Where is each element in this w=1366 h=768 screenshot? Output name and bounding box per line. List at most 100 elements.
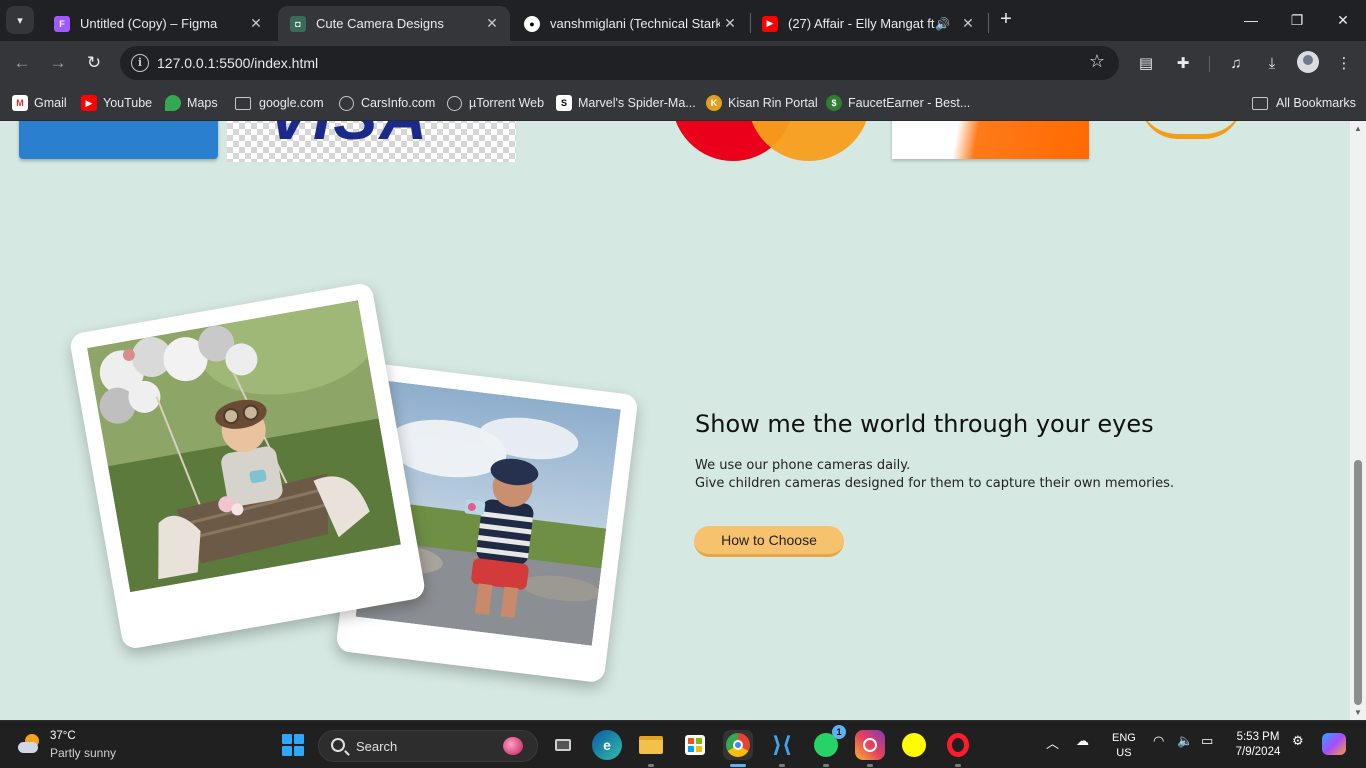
profile-avatar[interactable] <box>1297 51 1319 73</box>
bookmark-label: google.com <box>259 96 324 110</box>
chrome-icon[interactable] <box>723 730 753 760</box>
bookmark-carsinfo[interactable]: CarsInfo.com <box>339 92 435 114</box>
page-scrollbar[interactable]: ▲ ▼ <box>1350 121 1366 720</box>
chevron-up-icon[interactable]: ︿ <box>1046 733 1059 752</box>
weather-partly-sunny-icon[interactable] <box>18 734 40 756</box>
snapchat-icon[interactable] <box>899 730 929 760</box>
tab-separator <box>988 13 989 33</box>
minimize-button[interactable]: — <box>1228 0 1274 40</box>
address-bar[interactable]: i 127.0.0.1:5500/index.html ☆ <box>120 46 1119 80</box>
opera-icon[interactable] <box>943 730 973 760</box>
scrollbar-thumb[interactable] <box>1354 460 1362 705</box>
toolbar-separator <box>1209 56 1210 72</box>
forward-button[interactable]: → <box>44 49 72 77</box>
weather-temperature[interactable]: 37°C <box>50 730 76 742</box>
window-close-button[interactable]: ✕ <box>1320 0 1366 40</box>
app-running-indicator <box>867 764 873 767</box>
tab-github[interactable]: ● vanshmiglani (Technical Stark) ✕ <box>512 6 748 41</box>
bookmark-label: YouTube <box>103 96 153 110</box>
scroll-up-arrow-icon[interactable]: ▲ <box>1353 124 1363 133</box>
onedrive-icon[interactable]: ☁ <box>1076 733 1089 749</box>
close-icon[interactable]: ✕ <box>482 15 502 32</box>
app-running-indicator <box>823 764 829 767</box>
hero-title: Show me the world through your eyes <box>695 410 1154 438</box>
new-tab-button[interactable]: + <box>994 8 1018 32</box>
bookmark-label: FaucetEarner - Best... <box>848 96 971 110</box>
speaker-icon[interactable]: 🔊 <box>935 17 950 31</box>
whatsapp-icon[interactable]: 1 <box>811 725 846 760</box>
system-clock[interactable]: 5:53 PM 7/9/2024 <box>1228 730 1288 760</box>
menu-icon[interactable]: ⋮ <box>1331 50 1357 76</box>
instagram-icon[interactable] <box>855 730 885 760</box>
all-bookmarks[interactable]: All Bookmarks <box>1252 92 1356 114</box>
faucet-icon: $ <box>826 95 842 111</box>
bookmark-label: Gmail <box>34 96 67 110</box>
file-explorer-icon[interactable] <box>636 730 666 760</box>
figma-icon: F <box>54 15 70 32</box>
edge-icon[interactable]: e <box>592 730 622 760</box>
extensions-icon[interactable]: ✚ <box>1170 50 1196 76</box>
weather-description[interactable]: Partly sunny <box>50 746 116 760</box>
volume-icon[interactable]: 🔈 <box>1177 733 1193 749</box>
notification-badge: 1 <box>832 725 846 739</box>
search-label: Search <box>356 739 398 754</box>
tab-youtube[interactable]: ▶ (27) Affair - Elly Mangat ft. I 🔊 ✕ <box>750 6 986 41</box>
folder-icon <box>1252 96 1268 110</box>
tab-cute-camera[interactable]: ◘ Cute Camera Designs ✕ <box>278 6 510 41</box>
tab-title: Cute Camera Designs <box>316 16 444 31</box>
bookmark-marvel[interactable]: S Marvel's Spider-Ma... <box>556 92 696 114</box>
globe-icon <box>447 95 462 111</box>
task-view-icon[interactable] <box>548 730 578 760</box>
youtube-icon: ▶ <box>762 15 778 32</box>
tab-title: Untitled (Copy) – Figma <box>80 16 218 31</box>
amex-logo <box>892 121 1089 159</box>
bookmark-faucet[interactable]: $ FaucetEarner - Best... <box>826 92 970 114</box>
tab-figma[interactable]: F Untitled (Copy) – Figma ✕ <box>42 6 274 41</box>
site-info-icon[interactable]: i <box>131 54 149 72</box>
bookmark-label: All Bookmarks <box>1276 96 1356 110</box>
bookmark-label: µTorrent Web <box>469 96 545 110</box>
wifi-icon[interactable]: ◠ <box>1153 733 1164 749</box>
reload-button[interactable]: ↻ <box>80 49 108 77</box>
taskbar-search-box[interactable]: Search <box>318 730 538 762</box>
bookmark-youtube[interactable]: ▶ YouTube <box>81 92 152 114</box>
tab-title: vanshmiglani (Technical Stark) <box>550 16 720 31</box>
url-text[interactable]: 127.0.0.1:5500/index.html <box>157 55 318 71</box>
bookmark-gmail[interactable]: M Gmail <box>12 92 67 114</box>
microsoft-store-icon[interactable] <box>680 730 710 760</box>
tab-strip: ▾ F Untitled (Copy) – Figma ✕ ◘ Cute Cam… <box>0 0 1366 41</box>
how-to-choose-button[interactable]: How to Choose <box>694 526 844 557</box>
copilot-icon[interactable] <box>1322 733 1346 755</box>
close-icon[interactable]: ✕ <box>246 15 266 32</box>
windows-start-icon[interactable] <box>282 734 304 756</box>
maps-icon <box>165 95 181 111</box>
vscode-icon[interactable]: ⟩⟨ <box>767 730 797 760</box>
cast-icon[interactable]: ▤ <box>1133 50 1159 76</box>
bookmark-maps[interactable]: Maps <box>165 92 218 114</box>
restore-button[interactable]: ❐ <box>1274 0 1320 40</box>
visa-logo-text: VISA <box>267 121 429 149</box>
tab-search-button[interactable]: ▾ <box>6 6 34 34</box>
folder-icon <box>235 96 251 110</box>
close-icon[interactable]: ✕ <box>958 15 978 32</box>
app-running-indicator <box>955 764 961 767</box>
media-control-icon[interactable]: ♫ <box>1223 50 1249 76</box>
battery-icon[interactable]: ▭ <box>1201 733 1213 749</box>
close-icon[interactable]: ✕ <box>720 15 740 32</box>
bookmark-utorrent[interactable]: µTorrent Web <box>447 92 544 114</box>
bookmark-label: Maps <box>187 96 218 110</box>
photo-girl-in-basket <box>87 300 401 593</box>
hero-description-line-2: Give children cameras designed for them … <box>695 476 1175 491</box>
bookmark-kisan[interactable]: K Kisan Rin Portal <box>706 92 818 114</box>
language-indicator[interactable]: ENG US <box>1112 731 1136 761</box>
amazon-logo <box>1140 121 1242 139</box>
notification-settings-icon[interactable]: ⚙ <box>1292 733 1304 749</box>
bookmark-star-icon[interactable]: ☆ <box>1089 51 1105 72</box>
scroll-down-arrow-icon[interactable]: ▼ <box>1353 708 1363 717</box>
hero-description-line-1: We use our phone cameras daily. <box>695 458 911 473</box>
download-icon[interactable]: ⤓ <box>1259 50 1285 76</box>
clock-time: 5:53 PM <box>1236 731 1280 743</box>
bookmark-google-folder[interactable]: google.com <box>235 92 324 114</box>
tab-title: (27) Affair - Elly Mangat ft. I <box>788 16 936 31</box>
back-button[interactable]: ← <box>8 49 36 77</box>
